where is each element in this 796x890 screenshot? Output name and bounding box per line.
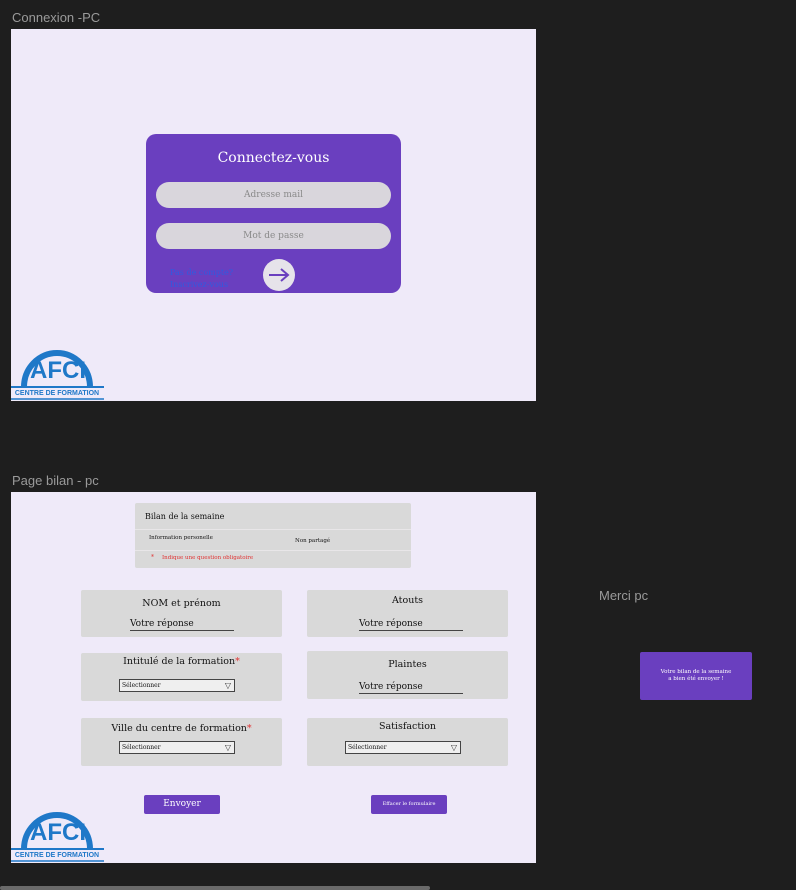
name-input[interactable]: Votre réponse bbox=[130, 619, 234, 631]
bilan-frame: Bilan de la semaine Information personel… bbox=[11, 492, 536, 863]
password-field[interactable]: Mot de passe bbox=[156, 223, 391, 249]
formation-select-value: Sélectionner bbox=[122, 682, 161, 689]
ville-select[interactable]: Sélectionner ▽ bbox=[119, 741, 235, 754]
chevron-down-icon: ▽ bbox=[224, 743, 231, 752]
horizontal-scrollbar[interactable] bbox=[0, 886, 430, 890]
chevron-down-icon: ▽ bbox=[224, 681, 231, 690]
personal-info-label: Information personelle bbox=[149, 535, 213, 541]
frame-title-bilan: Page bilan - pc bbox=[12, 473, 99, 488]
afci-logo: AFCI CENTRE DE FORMATION bbox=[11, 331, 105, 401]
clear-form-button[interactable]: Effacer le formulaire bbox=[371, 795, 447, 814]
not-shared-label: Non partagé bbox=[295, 538, 331, 544]
question-atouts: Atouts Votre réponse bbox=[307, 590, 508, 637]
question-name-label: NOM et prénom bbox=[142, 598, 221, 609]
arrow-right-icon bbox=[269, 268, 290, 282]
svg-text:AFCI: AFCI bbox=[30, 357, 86, 384]
question-formation: Intitulé de la formation* Sélectionner ▽ bbox=[81, 653, 282, 701]
question-plaintes: Plaintes Votre réponse bbox=[307, 651, 508, 699]
question-atouts-label: Atouts bbox=[391, 595, 424, 606]
ville-select-value: Sélectionner bbox=[122, 744, 161, 751]
merci-card: Votre bilan de la semaine a bien été env… bbox=[640, 652, 752, 700]
login-submit-button[interactable] bbox=[263, 259, 295, 291]
bilan-title: Bilan de la semaine bbox=[145, 512, 225, 521]
frame-title-connexion: Connexion -PC bbox=[12, 10, 101, 25]
question-ville-label: Ville du centre de formation* bbox=[111, 723, 252, 734]
submit-button[interactable]: Envoyer bbox=[144, 795, 220, 814]
required-star: * bbox=[151, 554, 154, 561]
formation-select[interactable]: Sélectionner ▽ bbox=[119, 679, 235, 692]
afci-logo: AFCI CENTRE DE FORMATION bbox=[11, 793, 105, 863]
satisfaction-select[interactable]: Sélectionner ▽ bbox=[345, 741, 461, 754]
email-field[interactable]: Adresse mail bbox=[156, 182, 391, 208]
question-satisfaction-label: Satisfaction bbox=[378, 721, 437, 732]
plaintes-input[interactable]: Votre réponse bbox=[359, 682, 463, 694]
signup-link-line1: Pas de compte? bbox=[170, 268, 234, 277]
login-heading: Connectez-vous bbox=[217, 150, 330, 166]
bilan-header: Bilan de la semaine Information personel… bbox=[135, 503, 411, 568]
svg-text:CENTRE DE FORMATION: CENTRE DE FORMATION bbox=[15, 852, 99, 859]
merci-line2: a bien été envoyer ! bbox=[668, 676, 724, 682]
signup-link[interactable]: Pas de compte? Inscrivez-vous bbox=[170, 267, 233, 291]
signup-link-line2: Inscrivez-vous bbox=[170, 280, 229, 289]
login-card: Connectez-vous Adresse mail Mot de passe… bbox=[146, 134, 401, 293]
connexion-frame: Connectez-vous Adresse mail Mot de passe… bbox=[11, 29, 536, 401]
atouts-input[interactable]: Votre réponse bbox=[359, 619, 463, 631]
required-note: Indique une question obligatoire bbox=[162, 555, 254, 561]
question-ville: Ville du centre de formation* Sélectionn… bbox=[81, 718, 282, 766]
merci-line1: Votre bilan de la semaine bbox=[660, 669, 732, 675]
svg-text:CENTRE DE FORMATION: CENTRE DE FORMATION bbox=[15, 390, 99, 397]
question-name: NOM et prénom Votre réponse bbox=[81, 590, 282, 637]
chevron-down-icon: ▽ bbox=[450, 743, 457, 752]
svg-text:AFCI: AFCI bbox=[30, 819, 86, 846]
frame-title-merci: Merci pc bbox=[599, 588, 649, 603]
satisfaction-select-value: Sélectionner bbox=[348, 744, 387, 751]
question-satisfaction: Satisfaction Sélectionner ▽ bbox=[307, 718, 508, 766]
question-formation-label: Intitulé de la formation* bbox=[123, 656, 240, 667]
question-plaintes-label: Plaintes bbox=[388, 659, 427, 670]
